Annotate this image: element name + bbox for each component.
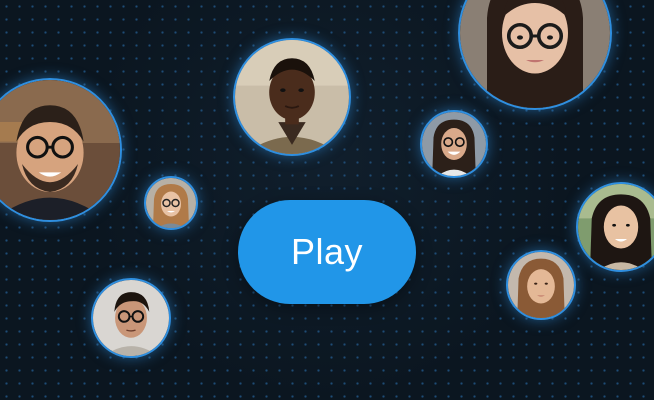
avatar-man-center-top bbox=[233, 38, 351, 156]
avatar-man-glasses-bottom-left bbox=[91, 278, 171, 358]
avatar-woman-right bbox=[576, 182, 654, 272]
avatar-woman-glasses-small-center bbox=[420, 110, 488, 178]
avatar-woman-glasses-top-right bbox=[458, 0, 612, 110]
avatar-woman-glasses-small-left bbox=[144, 176, 198, 230]
avatar-woman-bottom-right bbox=[506, 250, 576, 320]
avatar-man-glasses-left bbox=[0, 78, 122, 222]
play-button[interactable]: Play bbox=[238, 200, 416, 304]
avatar-scene: Play bbox=[0, 0, 654, 400]
